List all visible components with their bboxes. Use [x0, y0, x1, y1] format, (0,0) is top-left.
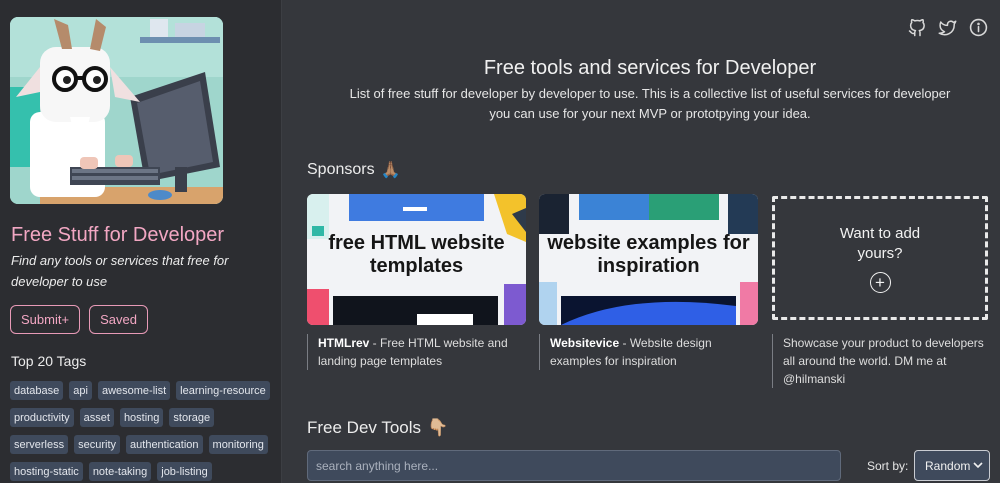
site-title: Free Stuff for Developer: [11, 224, 225, 246]
sponsor-card-htmlrev-caption: HTMLrev - Free HTML website and landing …: [307, 334, 526, 370]
site-tagline: Find any tools or services that free for…: [11, 253, 229, 289]
search-input[interactable]: [307, 450, 841, 481]
page-title: Free tools and services for Developer: [483, 57, 817, 79]
sort-value: Random: [925, 458, 971, 473]
sponsor-card-websitevice-image[interactable]: website examples for inspiration: [539, 194, 758, 325]
sponsor-card-htmlrev-headline: free HTML website templates: [328, 232, 505, 277]
github-icon[interactable]: [907, 18, 926, 37]
tag-database[interactable]: database: [10, 381, 64, 400]
point-down-emoji-icon: 👇🏼: [427, 418, 449, 437]
sponsor-card-htmlrev-image[interactable]: free HTML website templates: [307, 194, 526, 325]
tag-note-taking[interactable]: note-taking: [88, 462, 152, 481]
tag-job-listing[interactable]: job-listing: [157, 462, 212, 481]
saved-button[interactable]: Saved: [89, 305, 148, 334]
tools-heading: Free Dev Tools 👇🏼: [307, 418, 448, 438]
sort-label: Sort by:: [867, 459, 909, 473]
sponsors-heading: Sponsors 🙏🏽: [307, 160, 401, 180]
sponsor-card-websitevice-caption: Websitevice - Website design examples fo…: [539, 334, 758, 370]
tag-storage[interactable]: storage: [169, 408, 215, 427]
tag-hosting[interactable]: hosting: [119, 408, 164, 427]
tag-list: database api awesome-list learning-resou…: [10, 381, 272, 481]
page-description: List of free stuff for developer by deve…: [349, 86, 951, 121]
plus-circle-icon: +: [869, 271, 891, 293]
info-icon[interactable]: [969, 18, 988, 37]
sidebar-actions: Submit+ Saved: [10, 305, 148, 334]
sort-select[interactable]: Random: [914, 450, 990, 481]
tag-authentication[interactable]: authentication: [126, 435, 203, 454]
pray-emoji-icon: 🙏🏽: [380, 162, 401, 179]
twitter-icon[interactable]: [938, 18, 957, 37]
tag-security[interactable]: security: [74, 435, 121, 454]
sponsor-card-websitevice-headline: website examples for inspiration: [547, 232, 750, 277]
add-sponsor-caption: Showcase your product to developers all …: [772, 334, 994, 388]
sidebar: Free Stuff for Developer Find any tools …: [0, 0, 282, 483]
tag-api[interactable]: api: [69, 381, 92, 400]
header-icons: [907, 18, 988, 37]
tools-label: Free Dev Tools: [307, 418, 422, 437]
tags-heading: Top 20 Tags: [11, 353, 87, 369]
tag-serverless[interactable]: serverless: [10, 435, 69, 454]
tag-awesome-list[interactable]: awesome-list: [97, 381, 171, 400]
chevron-down-icon: [973, 459, 983, 473]
tag-productivity[interactable]: productivity: [10, 408, 74, 427]
add-sponsor-text: Want to add yours?: [839, 224, 921, 262]
tag-monitoring[interactable]: monitoring: [208, 435, 268, 454]
hero-illustration: [10, 17, 223, 204]
sponsor-htmlrev-link[interactable]: HTMLrev: [318, 336, 369, 350]
sponsor-websitevice-link[interactable]: Websitevice: [550, 336, 619, 350]
tag-hosting-static[interactable]: hosting-static: [10, 462, 83, 481]
submit-button[interactable]: Submit+: [10, 305, 81, 334]
sponsors-label: Sponsors: [307, 161, 375, 178]
tag-asset[interactable]: asset: [79, 408, 114, 427]
add-sponsor-box[interactable]: Want to add yours? +: [772, 196, 988, 320]
tag-learning-resource[interactable]: learning-resource: [176, 381, 270, 400]
